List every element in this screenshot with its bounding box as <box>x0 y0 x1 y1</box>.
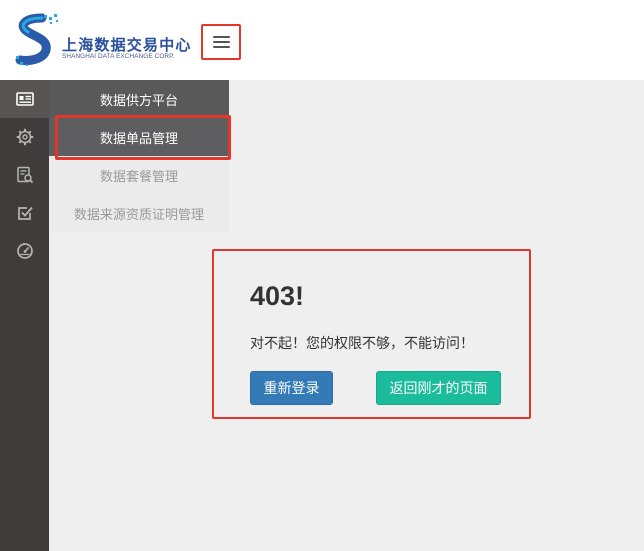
error-panel: 403! 对不起！您的权限不够，不能访问！ 重新登录 返回刚才的页面 <box>212 249 531 419</box>
logo-mark-icon <box>15 13 58 66</box>
checkbox-icon <box>17 206 33 220</box>
menu-toggle-button[interactable] <box>201 24 241 60</box>
logo[interactable]: 上海数据交易中心 SHANGHAI DATA EXCHANGE CORP. <box>14 12 199 68</box>
hamburger-menu-icon <box>212 36 230 48</box>
sidebar-item-tasks[interactable] <box>0 194 49 232</box>
sidebar-item-supplier-platform[interactable] <box>0 80 49 118</box>
sidebar-item-reports[interactable] <box>0 156 49 194</box>
top-header: 上海数据交易中心 SHANGHAI DATA EXCHANGE CORP. <box>0 0 644 80</box>
submenu-panel: 数据供方平台 数据单品管理 数据套餐管理 数据来源资质证明管理 <box>49 80 229 232</box>
sidebar <box>0 80 49 551</box>
id-card-icon <box>15 92 34 106</box>
submenu-item-product-management[interactable]: 数据单品管理 <box>49 118 229 156</box>
sidebar-item-dashboard[interactable] <box>0 232 49 270</box>
submenu-title: 数据供方平台 <box>49 80 229 118</box>
logo-title-cn: 上海数据交易中心 <box>62 36 192 54</box>
relogin-button[interactable]: 重新登录 <box>250 371 333 405</box>
submenu-item-package-management[interactable]: 数据套餐管理 <box>49 156 229 194</box>
error-code: 403! <box>250 281 305 311</box>
sidebar-item-settings[interactable] <box>0 118 49 156</box>
error-message: 对不起！您的权限不够，不能访问！ <box>250 335 474 351</box>
go-back-button[interactable]: 返回刚才的页面 <box>376 371 501 405</box>
report-search-icon <box>16 166 33 184</box>
logo-title-en: SHANGHAI DATA EXCHANGE CORP. <box>62 53 175 60</box>
gear-icon <box>16 128 33 146</box>
dashboard-gauge-icon <box>16 243 33 259</box>
submenu-item-source-certification[interactable]: 数据来源资质证明管理 <box>49 194 229 232</box>
